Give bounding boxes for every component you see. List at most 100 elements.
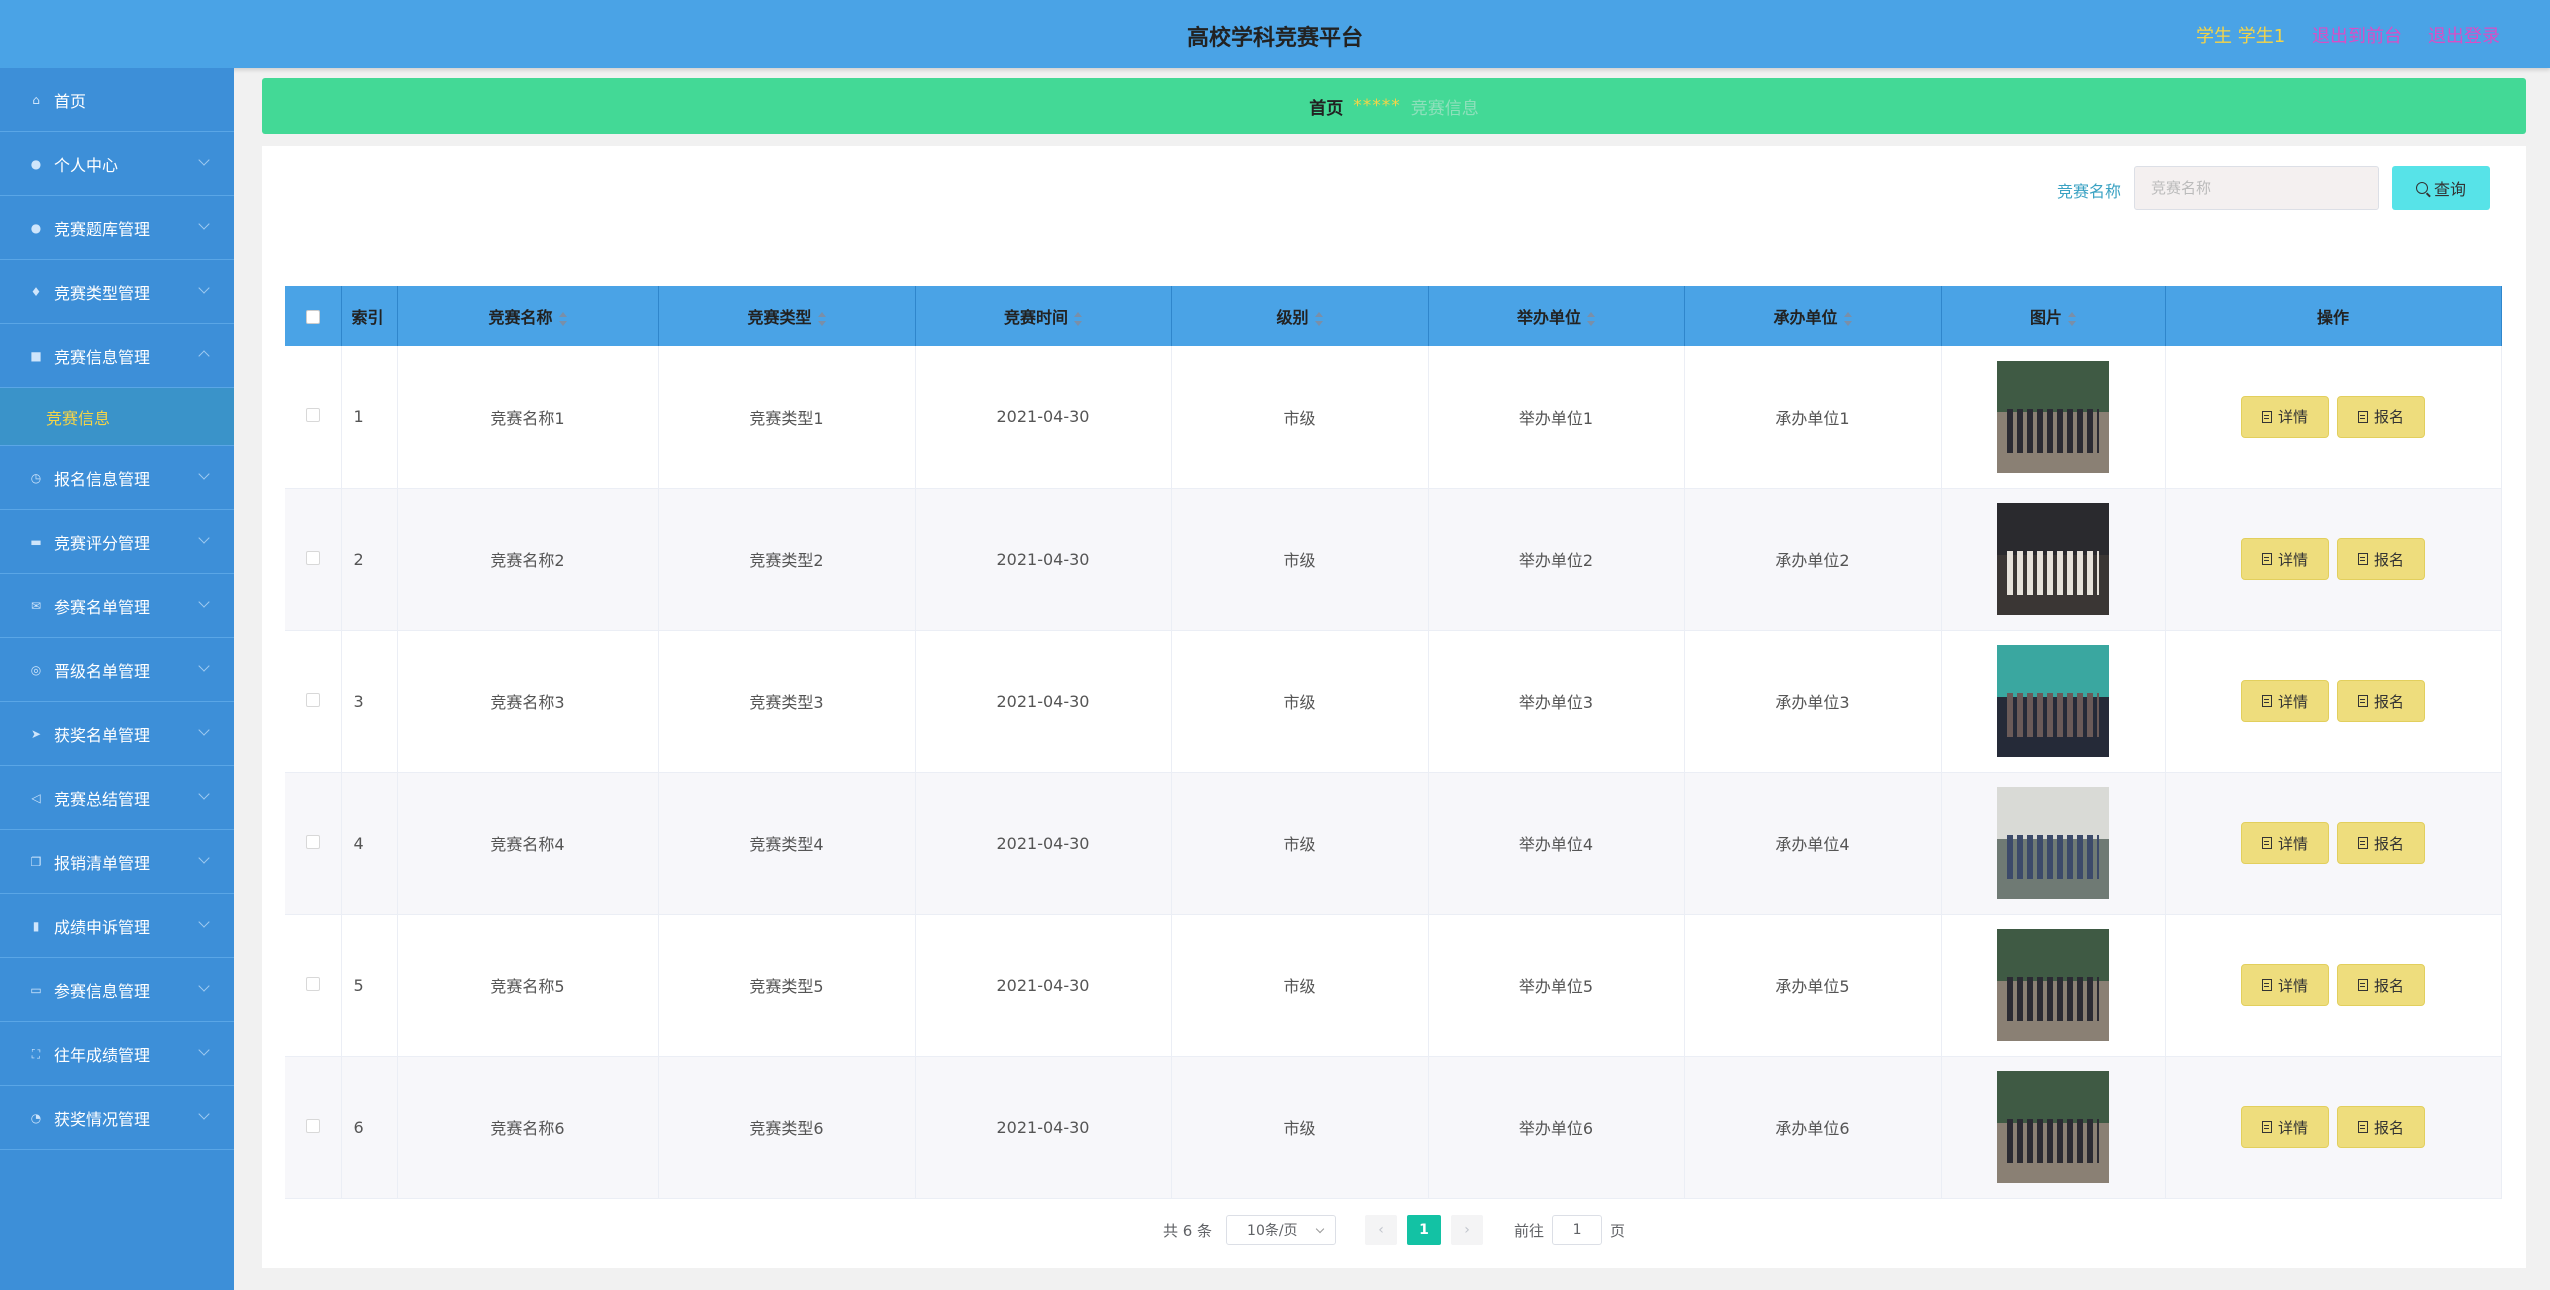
content-card: 竞赛名称 查询 索引 竞赛名称 竞赛类型 竞赛时间 级别 举办单位 承办单位 图… [262, 146, 2526, 1268]
clock-icon: ◷ [30, 470, 42, 485]
sidebar-item-promotion[interactable]: ◎ 晋级名单管理 [0, 638, 234, 702]
group-photo-thumbnail[interactable] [1997, 929, 2109, 1041]
sort-icon[interactable] [1074, 311, 1082, 326]
chart-icon: ▮ [32, 918, 40, 933]
sidebar-item-competition-types[interactable]: ♦ 竞赛类型管理 [0, 260, 234, 324]
group-photo-thumbnail[interactable] [1997, 787, 2109, 899]
search-button[interactable]: 查询 [2392, 166, 2490, 210]
row-select-cell[interactable] [285, 630, 342, 773]
header-level[interactable]: 级别 [1171, 286, 1429, 346]
page-number-current[interactable]: 1 [1407, 1215, 1442, 1245]
signup-button[interactable]: 报名 [2337, 395, 2425, 438]
row-checkbox[interactable] [305, 1118, 320, 1133]
pagination: 共 6 条 10条/页 ‹ 1 › 前往 页 [262, 1214, 2526, 1246]
sidebar-item-past-results[interactable]: ⛶ 往年成绩管理 [0, 1022, 234, 1086]
message-icon: ▭ [30, 982, 42, 997]
document-icon [2357, 837, 2368, 849]
sidebar-item-home[interactable]: ⌂ 首页 [0, 68, 234, 132]
group-photo-thumbnail[interactable] [1997, 360, 2109, 473]
detail-button[interactable]: 详情 [2241, 822, 2329, 864]
signup-button[interactable]: 报名 [2337, 964, 2425, 1006]
select-all-cell[interactable] [285, 286, 342, 346]
sidebar-item-reimbursement[interactable]: ❐ 报销清单管理 [0, 830, 234, 894]
group-photo-thumbnail[interactable] [1997, 645, 2109, 757]
signup-button[interactable]: 报名 [2337, 1106, 2425, 1148]
header-type[interactable]: 竞赛类型 [658, 286, 916, 346]
sidebar-item-registration[interactable]: ◷ 报名信息管理 [0, 446, 234, 510]
sidebar-item-label: 获奖名单管理 [54, 725, 151, 745]
detail-button[interactable]: 详情 [2241, 395, 2329, 438]
back-to-front-link[interactable]: 退出到前台 [2312, 22, 2402, 48]
group-photo-thumbnail[interactable] [1997, 503, 2109, 615]
breadcrumb-home[interactable]: 首页 [1309, 94, 1343, 119]
sidebar-item-entry-info[interactable]: ▭ 参赛信息管理 [0, 958, 234, 1022]
row-checkbox[interactable] [305, 692, 320, 707]
sidebar-item-award-status[interactable]: ◔ 获奖情况管理 [0, 1086, 234, 1150]
cell-name: 竞赛名称4 [397, 772, 659, 915]
header-organizer-label: 承办单位 [1773, 308, 1838, 327]
chevron-down-icon [198, 788, 210, 800]
sidebar-item-awards[interactable]: ➤ 获奖名单管理 [0, 702, 234, 766]
document-icon [2357, 695, 2368, 707]
sidebar-subitem-competition-info[interactable]: 竞赛信息 [0, 388, 234, 446]
row-checkbox[interactable] [305, 834, 320, 849]
sort-icon[interactable] [1314, 311, 1323, 326]
sidebar-item-participants[interactable]: ✉ 参赛名单管理 [0, 574, 234, 638]
header-host[interactable]: 举办单位 [1428, 286, 1685, 346]
header-time[interactable]: 竞赛时间 [915, 286, 1172, 346]
header-organizer[interactable]: 承办单位 [1684, 286, 1942, 346]
row-select-cell[interactable] [285, 914, 342, 1057]
sort-icon[interactable] [558, 311, 567, 326]
sort-icon[interactable] [1843, 311, 1852, 326]
header-photo[interactable]: 图片 [1941, 286, 2166, 346]
cell-actions: 详情 报名 [2165, 914, 2502, 1057]
header-name[interactable]: 竞赛名称 [397, 286, 659, 346]
sort-icon[interactable] [1587, 311, 1595, 326]
group-photo-thumbnail[interactable] [1997, 1071, 2109, 1183]
row-select-cell[interactable] [285, 488, 342, 631]
fullscreen-icon: ⛶ [31, 1046, 41, 1061]
page-size-select[interactable]: 10条/页 [1226, 1215, 1337, 1245]
signup-button[interactable]: 报名 [2337, 680, 2425, 722]
signup-button-label: 报名 [2373, 1118, 2404, 1137]
cell-time: 2021-04-30 [915, 914, 1172, 1057]
row-select-cell[interactable] [285, 1056, 342, 1199]
timer-icon: ◔ [30, 1110, 42, 1125]
sidebar-item-summary[interactable]: ◁ 竞赛总结管理 [0, 766, 234, 830]
row-checkbox[interactable] [305, 976, 320, 991]
user-icon: ● [30, 156, 42, 171]
signup-button[interactable]: 报名 [2337, 538, 2425, 580]
chevron-down-icon [198, 532, 210, 544]
detail-button[interactable]: 详情 [2241, 680, 2329, 722]
cell-level: 市级 [1171, 914, 1429, 1057]
row-select-cell[interactable] [285, 772, 342, 915]
logout-link[interactable]: 退出登录 [2428, 22, 2500, 48]
next-page-button[interactable]: › [1451, 1215, 1484, 1245]
sidebar-item-scoring[interactable]: ▬ 竞赛评分管理 [0, 510, 234, 574]
signup-button[interactable]: 报名 [2337, 822, 2425, 864]
mail-icon: ✉ [30, 598, 42, 613]
sidebar-item-label: 晋级名单管理 [54, 661, 151, 681]
detail-button[interactable]: 详情 [2241, 964, 2329, 1006]
prev-page-button[interactable]: ‹ [1365, 1215, 1398, 1245]
select-all-checkbox[interactable] [305, 310, 320, 324]
goto-page-input[interactable] [1552, 1215, 1603, 1245]
sidebar-item-competition-info[interactable]: ■ 竞赛信息管理 [0, 324, 234, 388]
search-icon [2415, 182, 2428, 194]
detail-button[interactable]: 详情 [2241, 1106, 2329, 1148]
cell-name: 竞赛名称1 [397, 346, 659, 489]
sidebar-item-question-bank[interactable]: ● 竞赛题库管理 [0, 196, 234, 260]
row-checkbox[interactable] [305, 550, 320, 565]
search-input[interactable] [2134, 166, 2379, 210]
detail-button[interactable]: 详情 [2241, 538, 2329, 580]
document-icon [2357, 410, 2368, 423]
sidebar-item-appeals[interactable]: ▮ 成绩申诉管理 [0, 894, 234, 958]
cell-type: 竞赛类型4 [658, 772, 916, 915]
sort-icon[interactable] [817, 311, 826, 326]
row-select-cell[interactable] [285, 346, 342, 489]
chevron-down-icon [198, 596, 210, 608]
header-photo-label: 图片 [2029, 308, 2062, 327]
sort-icon[interactable] [2068, 311, 2076, 326]
sidebar-item-profile[interactable]: ● 个人中心 [0, 132, 234, 196]
row-checkbox[interactable] [305, 408, 320, 423]
